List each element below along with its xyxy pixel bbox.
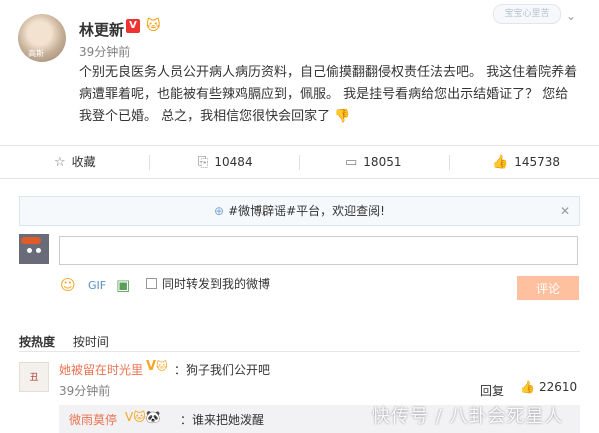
commenter-name[interactable]: 她被留在时光里 [59,361,143,378]
comment-area: ⊕ #微博辟谣#平台，欢迎查阅! ✕ ☺ GIF ▣ 同时转发到我的微博 评论 按… [0,179,599,433]
comment-icon: ▭ [345,155,358,170]
repost-checkbox-label[interactable]: 同时转发到我的微博 [162,275,270,292]
comment-like-button[interactable]: 👍 22610 [520,380,577,394]
author-avatar[interactable]: 高斯 [18,14,66,62]
divider [299,155,300,170]
repost-icon: ⎘ [198,155,209,170]
author-name[interactable]: 林更新 [79,19,124,40]
thumbs-up-icon: 👍 [520,380,535,394]
tab-time[interactable]: 按时间 [73,335,109,349]
divider [449,155,450,170]
tab-hot[interactable]: 按热度 [19,335,55,349]
verified-v-icon: V🐱 [146,359,168,374]
sort-tabs: 按热度 按时间 [19,333,109,350]
submit-comment-button[interactable]: 评论 [517,276,579,300]
star-icon: ☆ [54,155,66,170]
comment-like-count: 22610 [538,380,578,394]
action-bar: ☆ 收藏 ⎘ 10484 ▭ 18051 👍 145738 [0,145,599,179]
like-button[interactable]: 👍 145738 [492,146,560,178]
divider [19,351,580,352]
divider [149,155,150,170]
comment-time: 39分钟前 [59,384,111,398]
favorite-button[interactable]: ☆ 收藏 [54,146,96,178]
post-time[interactable]: 39分钟前 [79,43,130,60]
like-count: 145738 [514,155,560,169]
reply-button[interactable]: 回复 [480,382,504,399]
repost-button[interactable]: ⎘ 10484 [198,146,253,178]
watermark: 快传号 / 八卦会死星人 [372,406,564,427]
top-watermark: 宝宝心里苦 [493,4,561,24]
thumbs-up-icon: 👍 [492,155,509,170]
rumor-notice[interactable]: ⊕ #微博辟谣#平台，欢迎查阅! [19,196,580,226]
comment-input[interactable] [59,236,578,265]
post-text: 个别无良医务人员公开病人病历资料，自己偷摸翻翻侵权责任法去吧。 我这住着院养着病… [79,65,578,124]
avatar-eye [36,248,41,253]
sub-comment-text: ：谁来把她泼醒 [180,413,265,427]
my-avatar[interactable] [19,234,49,264]
sub-commenter-name[interactable]: 微雨莫停 [69,411,117,428]
notice-text: #微博辟谣#平台，欢迎查阅! [228,204,385,218]
verified-badge-icon[interactable]: V [126,19,140,33]
repost-count: 10484 [214,155,253,169]
hash-icon: ⊕ [214,204,225,218]
close-icon[interactable]: ✕ [560,204,570,218]
thumbs-down-emoji-icon: 👎 [334,109,351,124]
repost-checkbox[interactable] [146,278,157,289]
avatar-hair [21,237,41,244]
emoji-icon[interactable]: ☺ [60,276,76,294]
chevron-down-icon[interactable]: ⌄ [566,9,576,23]
vip-cat-icon[interactable]: 🐱 [146,18,161,34]
comment-count: 18051 [363,155,402,169]
sub-commenter-badge-icons: V🐱🐼 [125,410,161,424]
post-content: 个别无良医务人员公开病人病历资料，自己偷摸翻翻侵权责任法去吧。 我这住着院养着病… [79,62,579,128]
image-icon[interactable]: ▣ [116,276,130,294]
avatar-eye [27,248,32,253]
avatar-caption: 高斯 [28,49,44,58]
weibo-post: 高斯 林更新 V 🐱 39分钟前 宝宝心里苦 ⌄ 个别无良医务人员公开病人病历资… [0,0,599,145]
comment-text: ：狗子我们公开吧 [174,363,271,377]
favorite-label: 收藏 [71,155,96,169]
gif-icon[interactable]: GIF [88,279,106,292]
comment-button[interactable]: ▭ 18051 [345,146,401,178]
commenter-avatar[interactable]: 丑 [19,362,49,392]
